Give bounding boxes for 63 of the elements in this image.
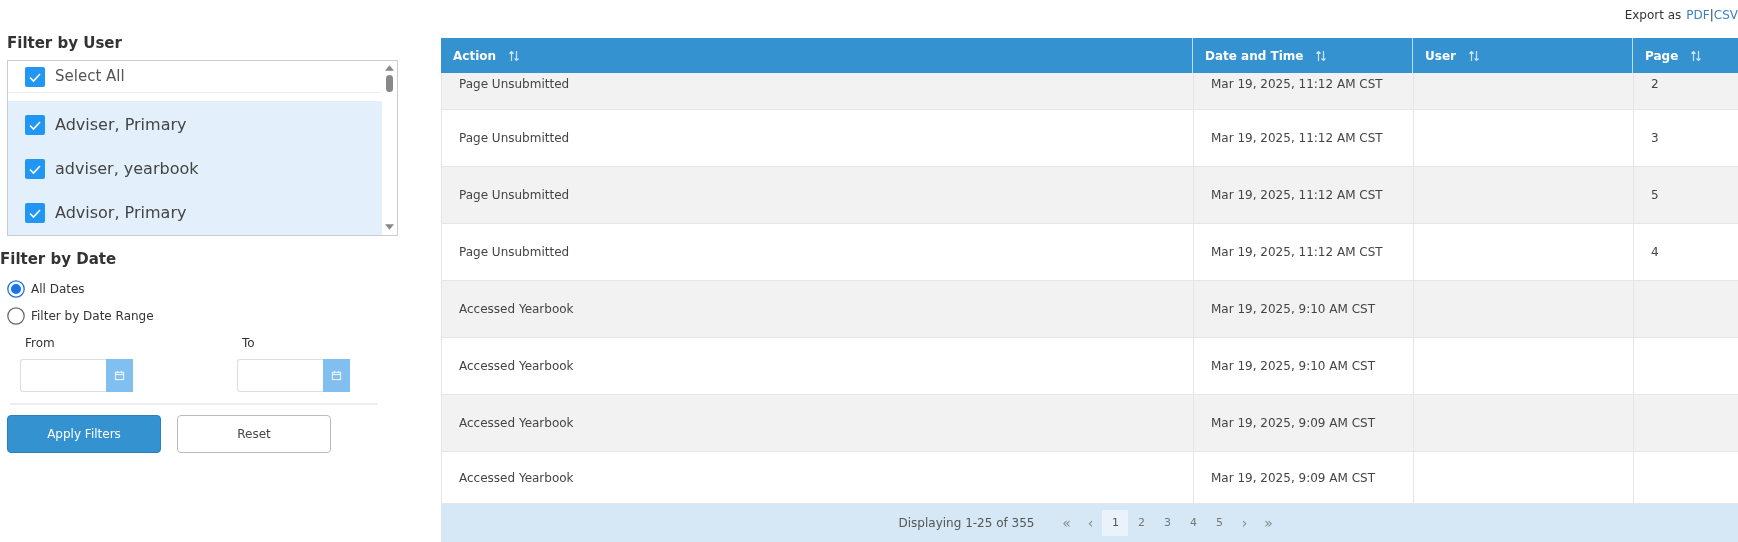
table-cell-text: 5 [1651,187,1659,204]
table-cell-text: Page Unsubmitted [459,130,570,147]
table-cell-text: Mar 19, 2025, 11:12 AM CST [1211,130,1383,147]
sort-icon[interactable] [1315,49,1328,62]
table-cell-text: Page Unsubmitted [459,187,570,204]
table-cell-text: Accessed Yearbook [459,415,574,432]
radio-label[interactable]: All Dates [31,279,85,298]
reset-button[interactable]: Reset [177,415,331,453]
section-title: Filter by User [7,33,123,54]
table-cell-text: Mar 19, 2025, 9:09 AM CST [1211,469,1375,487]
page-button[interactable]: 2 [1128,510,1155,536]
field-label: From [24,335,56,352]
field-label: To [241,335,256,352]
sort-icon[interactable] [508,49,521,62]
table-cell-text: Mar 19, 2025, 9:09 AM CST [1211,415,1375,432]
table-cell-text: Accessed Yearbook [459,301,574,318]
table-cell-text: 2 [1651,76,1659,93]
table-cell-text: Mar 19, 2025, 11:12 AM CST [1211,244,1383,261]
checkbox[interactable] [25,66,45,87]
pagination-summary: Displaying 1-25 of 355 [898,515,1035,532]
nav-button[interactable]: » [1256,510,1281,536]
sort-icon[interactable] [1690,49,1703,62]
checkbox[interactable] [25,203,45,223]
nav-button[interactable]: › [1232,510,1257,536]
table-cell-text: Accessed Yearbook [459,358,574,375]
page-button[interactable]: 4 [1180,510,1207,536]
calendar-button[interactable] [106,359,133,392]
apply-button[interactable]: Apply Filters [7,415,161,453]
checkbox[interactable] [25,115,45,135]
column-header[interactable]: Page [1633,38,1738,73]
table-cell-text: Page Unsubmitted [459,244,570,261]
calendar-icon [331,370,342,381]
radio-button[interactable] [7,306,25,325]
table-cell-text: Mar 19, 2025, 11:12 AM CST [1211,76,1383,93]
table-cell-text: Accessed Yearbook [459,469,574,487]
radio-button[interactable] [7,279,25,298]
separator: | [1709,7,1714,24]
scrollbar-thumb[interactable] [386,75,393,92]
table-cell-text: 3 [1651,130,1659,147]
page-button[interactable]: 3 [1154,510,1181,536]
table-cell-text: 4 [1651,244,1659,261]
export-label: Export as [1624,7,1682,24]
nav-button[interactable]: ‹ [1078,510,1103,536]
scroll-down-icon[interactable] [385,224,394,230]
nav-button[interactable]: « [1054,510,1079,536]
page-button[interactable]: 1 [1102,510,1129,536]
table-cell-text: Mar 19, 2025, 9:10 AM CST [1211,358,1375,375]
date-field[interactable] [237,359,323,392]
calendar-button[interactable] [323,359,350,392]
table-cell-text: Page Unsubmitted [459,76,570,93]
checkbox[interactable] [25,159,45,179]
section-title: Filter by Date [0,249,118,270]
calendar-icon [114,370,125,381]
select-all-option[interactable]: Select All [8,61,382,93]
date-field[interactable] [20,359,106,392]
page-button[interactable]: 5 [1206,510,1233,536]
user-list[interactable]: Select All Adviser, Primary adviser, yearbook Advisor, Primary [7,60,398,236]
table-cell-text: Mar 19, 2025, 11:12 AM CST [1211,187,1383,204]
radio-label[interactable]: Filter by Date Range [31,306,154,325]
export-link[interactable]: PDF [1686,6,1710,24]
sort-icon[interactable] [1467,49,1480,62]
scroll-up-icon[interactable] [385,65,394,71]
table-cell-text: Mar 19, 2025, 9:10 AM CST [1211,301,1375,318]
